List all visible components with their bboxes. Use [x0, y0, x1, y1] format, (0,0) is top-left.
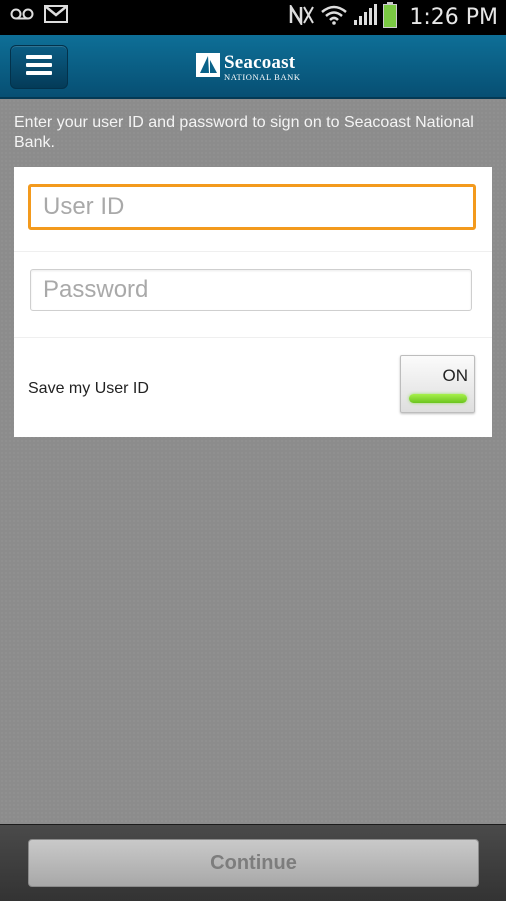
status-time: 1:26 PM	[409, 5, 498, 30]
divider	[14, 251, 492, 252]
status-notifications	[10, 5, 68, 28]
intro-text: Enter your user ID and password to sign …	[14, 114, 474, 151]
status-bar: 1:26 PM	[0, 0, 506, 35]
status-system: 1:26 PM	[289, 0, 498, 35]
app-header: Seacoast NATIONAL BANK	[0, 35, 506, 99]
signal-icon	[353, 4, 378, 31]
continue-button[interactable]: Continue	[28, 839, 479, 887]
hamburger-menu-icon	[26, 54, 52, 81]
login-content: Enter your user ID and password to sign …	[0, 99, 506, 824]
password-input[interactable]	[30, 269, 472, 311]
bottom-bar: Continue	[0, 824, 506, 901]
gmail-icon	[44, 5, 68, 28]
voicemail-icon	[10, 7, 34, 26]
brand-logo: Seacoast NATIONAL BANK	[196, 53, 301, 82]
menu-button[interactable]	[10, 45, 68, 89]
save-user-id-toggle[interactable]: ON	[400, 355, 475, 413]
battery-icon	[383, 2, 398, 33]
nfc-icon	[289, 2, 315, 30]
user-id-input[interactable]	[28, 184, 476, 230]
save-user-id-label: Save my User ID	[28, 380, 149, 397]
toggle-state-text: ON	[442, 366, 469, 385]
sailboat-logo-icon	[196, 53, 220, 82]
brand-name: Seacoast	[224, 52, 296, 74]
login-card: Save my User ID ON	[14, 167, 492, 437]
wifi-icon	[321, 5, 348, 30]
toggle-on-indicator	[409, 394, 467, 403]
brand-subtitle: NATIONAL BANK	[224, 72, 301, 83]
divider	[14, 337, 492, 338]
